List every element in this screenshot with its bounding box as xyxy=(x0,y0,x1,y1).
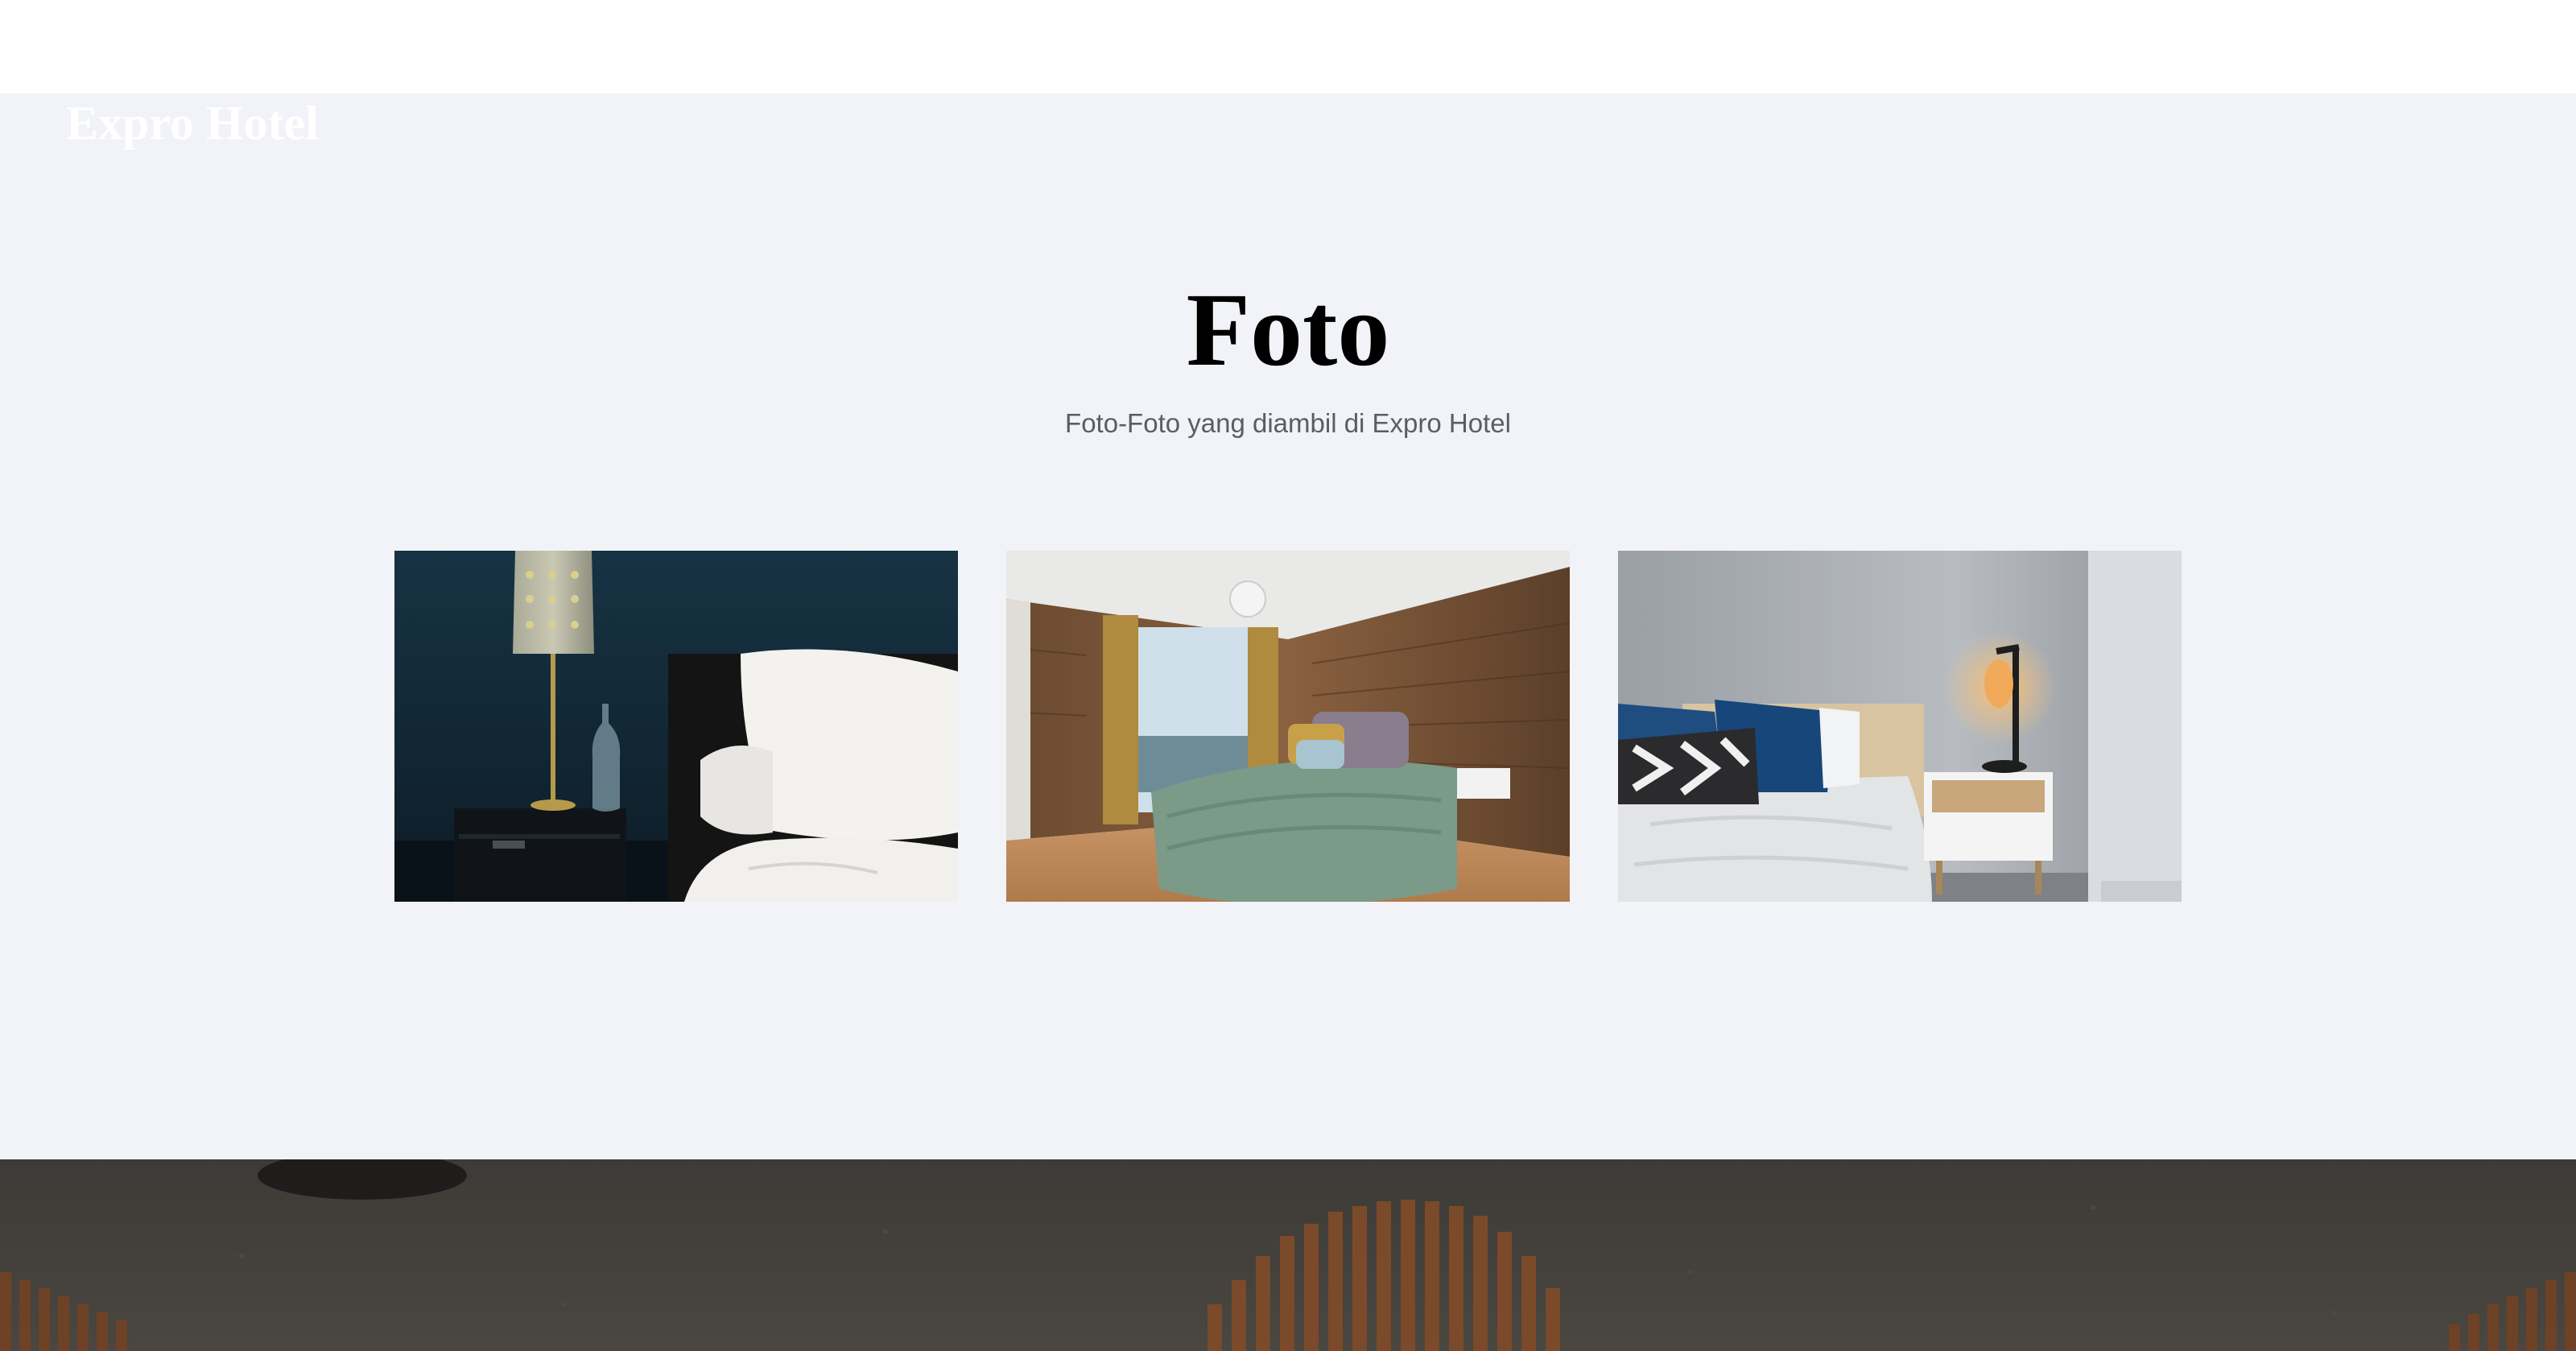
gallery-subtitle: Foto-Foto yang diambil di Expro Hotel xyxy=(1065,408,1511,438)
page: Expro Hotel Foto Foto-Foto yang diambil … xyxy=(0,0,2576,1351)
next-section-banner-image xyxy=(0,1159,2576,1351)
gallery-photo-3[interactable] xyxy=(1618,551,2182,902)
dark-blue-bedroom-photo xyxy=(394,551,958,902)
white-bedroom-photo xyxy=(1618,551,2182,902)
brand-logo-link[interactable]: Expro Hotel xyxy=(66,95,319,151)
wood-panel-bedroom-photo xyxy=(1006,551,1570,902)
top-bar-background xyxy=(0,0,2576,93)
gallery-photo-2[interactable] xyxy=(1006,551,1570,902)
gallery-photo-1[interactable] xyxy=(394,551,958,902)
gallery-title: Foto xyxy=(1186,272,1390,388)
